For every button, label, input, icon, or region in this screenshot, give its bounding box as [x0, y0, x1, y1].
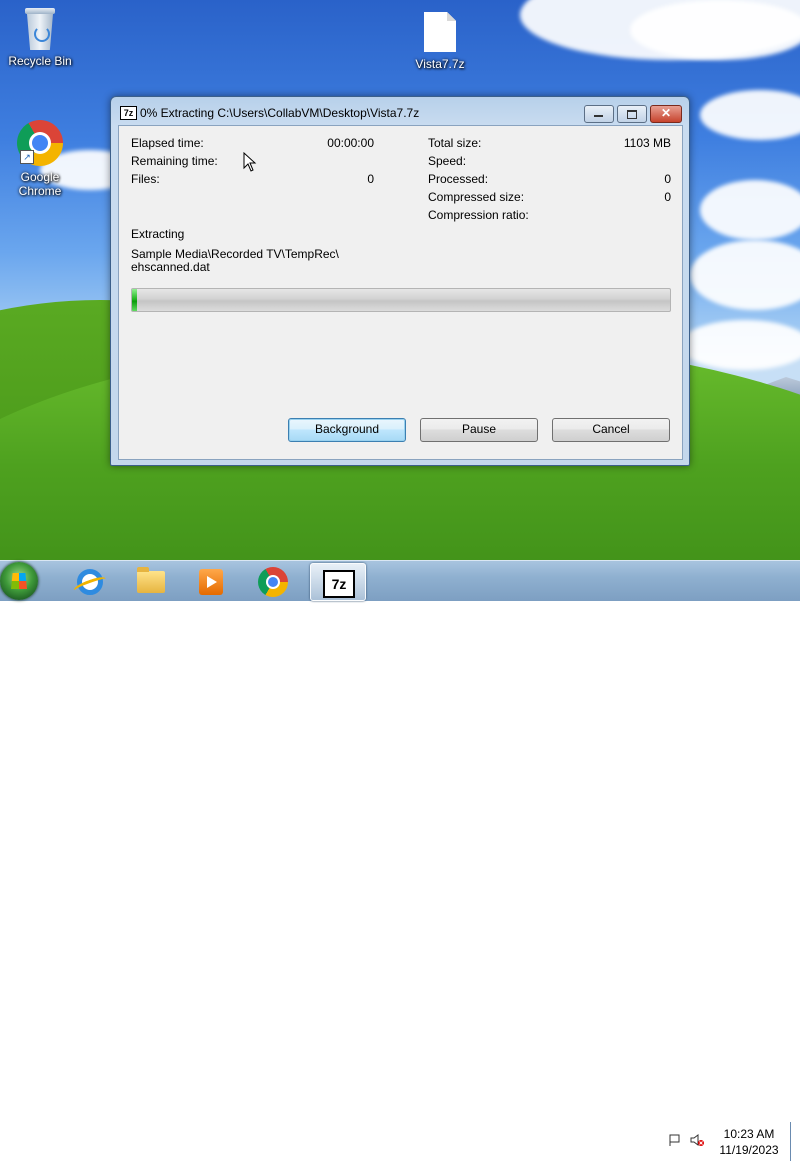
current-file-path: Sample Media\Recorded TV\TempRec\ [131, 247, 339, 261]
7zip-app-icon: 7z [120, 106, 137, 120]
window-title: 0% Extracting C:\Users\CollabVM\Desktop\… [140, 106, 420, 120]
compressed-size-value: 0 [664, 190, 671, 204]
compressed-size-label: Compressed size: [428, 190, 525, 204]
taskbar-media-player[interactable] [184, 563, 238, 599]
clock-time: 10:23 AM [723, 1127, 775, 1141]
7zip-icon: 7z [323, 570, 355, 598]
extraction-progress-bar [131, 288, 671, 312]
progress-bar-fill [132, 289, 137, 311]
desktop-icon-recycle-bin[interactable]: Recycle Bin [0, 8, 80, 68]
mouse-pointer-icon [243, 152, 257, 172]
media-player-icon [199, 569, 223, 595]
cloud [680, 320, 800, 370]
show-desktop-button[interactable] [790, 1122, 800, 1161]
extract-progress-window: 7z 0% Extracting C:\Users\CollabVM\Deskt… [110, 96, 690, 466]
desktop-icon-google-chrome[interactable]: Google Chrome [0, 120, 80, 198]
internet-explorer-icon [77, 569, 103, 595]
taskbar: 7z 10:23 AM 11/19/2023 [0, 560, 800, 1161]
close-button[interactable]: ✕ [650, 105, 682, 123]
chrome-icon [258, 567, 288, 597]
taskbar-file-explorer[interactable] [124, 563, 178, 599]
compression-ratio-label: Compression ratio: [428, 208, 529, 222]
system-clock[interactable]: 10:23 AM 11/19/2023 [714, 1126, 784, 1158]
cloud [700, 90, 800, 140]
background-button[interactable]: Background [288, 418, 406, 442]
taskbar-chrome[interactable] [246, 563, 300, 599]
desktop-icon-label: Vista7.7z [415, 57, 465, 71]
speed-label: Speed: [428, 154, 467, 168]
processed-label: Processed: [428, 172, 489, 186]
file-explorer-icon [137, 567, 165, 593]
elapsed-time-label: Elapsed time: [131, 136, 204, 150]
maximize-button[interactable] [617, 105, 647, 123]
taskbar-internet-explorer[interactable] [63, 563, 117, 599]
volume-muted-icon[interactable] [690, 1133, 704, 1147]
start-button[interactable] [0, 562, 38, 600]
taskbar-7zip[interactable]: 7z [310, 563, 366, 601]
windows-logo-icon [11, 573, 27, 589]
cloud [700, 180, 800, 240]
cancel-button[interactable]: Cancel [552, 418, 670, 442]
status-heading: Extracting [131, 227, 185, 241]
elapsed-time-value: 00:00:00 [327, 136, 374, 150]
processed-value: 0 [664, 172, 671, 186]
total-size-label: Total size: [428, 136, 482, 150]
desktop-icon-label: Google Chrome [18, 170, 62, 198]
maximize-icon [627, 110, 637, 119]
file-icon [424, 12, 456, 52]
recycle-bin-icon [23, 8, 57, 52]
current-file-name: ehscanned.dat [131, 260, 210, 274]
remaining-time-label: Remaining time: [131, 154, 218, 168]
desktop-icon-vista-archive[interactable]: Vista7.7z [400, 12, 480, 71]
dialog-body: Elapsed time: 00:00:00 Remaining time: F… [118, 125, 683, 460]
clock-date: 11/19/2023 [719, 1143, 779, 1157]
cloud [630, 0, 800, 60]
close-icon: ✕ [660, 106, 672, 120]
desktop-icon-label: Recycle Bin [8, 54, 72, 68]
files-label: Files: [131, 172, 160, 186]
pause-button[interactable]: Pause [420, 418, 538, 442]
files-value: 0 [367, 172, 374, 186]
title-bar[interactable]: 7z 0% Extracting C:\Users\CollabVM\Deskt… [111, 97, 689, 125]
cloud [690, 240, 800, 310]
action-center-flag-icon[interactable] [668, 1133, 682, 1147]
shortcut-arrow-icon: ↗ [20, 150, 34, 164]
minimize-button[interactable] [584, 105, 614, 123]
minimize-icon [594, 115, 603, 117]
total-size-value: 1103 MB [623, 136, 671, 150]
